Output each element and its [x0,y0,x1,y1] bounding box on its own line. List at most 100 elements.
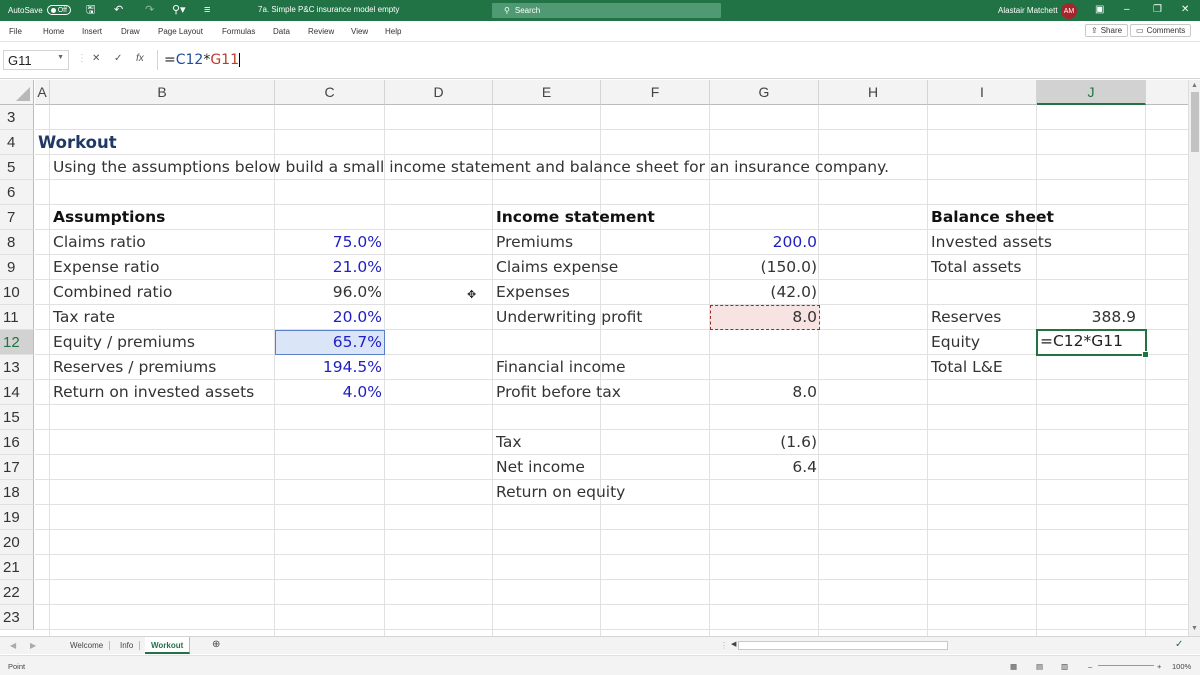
tab-data[interactable]: Data [273,27,290,36]
normal-view-icon[interactable]: ▦ [1010,662,1017,671]
is-label-claims[interactable]: Claims expense [496,255,618,280]
row-header[interactable]: 21 [0,555,34,580]
scroll-thumb[interactable] [1191,92,1199,152]
document-title[interactable]: 7a. Simple P&C insurance model empty [258,5,399,14]
row-header[interactable]: 7 [0,205,34,230]
name-box[interactable]: G11 ▼ [3,50,69,70]
tab-file[interactable]: File [9,27,22,36]
is-label-net-income[interactable]: Net income [496,455,585,480]
assumption-label[interactable]: Reserves / premiums [53,355,216,380]
worksheet-grid[interactable]: A B C D E F G H I J 3 4 5 6 7 8 9 10 11 … [0,80,1188,636]
user-name[interactable]: Alastair Matchett [998,6,1058,15]
zoom-slider[interactable] [1098,665,1154,666]
row-header[interactable]: 5 [0,155,34,180]
is-value-pbt[interactable]: 8.0 [710,380,820,405]
is-label-premiums[interactable]: Premiums [496,230,573,255]
is-label-financial-income[interactable]: Financial income [496,355,626,380]
select-all-corner[interactable] [0,80,34,105]
tab-splitter-icon[interactable]: ⋮ [720,641,728,650]
bs-value-reserves[interactable]: 388.9 [1037,305,1139,330]
assumption-label[interactable]: Combined ratio [53,280,172,305]
tab-page-layout[interactable]: Page Layout [158,27,203,36]
tab-help[interactable]: Help [385,27,401,36]
close-icon[interactable]: ✕ [1181,4,1189,15]
assumption-value[interactable]: 20.0% [275,305,385,330]
search-box[interactable]: ⚲ Search [492,3,721,18]
autosave[interactable]: AutoSave Off [8,5,71,15]
formula-input[interactable]: =C12*G11 [157,50,1187,70]
assumption-value[interactable]: 21.0% [275,255,385,280]
row-header[interactable]: 18 [0,480,34,505]
qat-menu-icon[interactable]: ≡ [204,3,210,17]
is-value-expenses[interactable]: (42.0) [710,280,820,305]
is-value-premiums[interactable]: 200.0 [710,230,820,255]
bs-label-equity[interactable]: Equity [931,330,980,355]
instructions[interactable]: Using the assumptions below build a smal… [53,155,889,180]
row-header[interactable]: 11 [0,305,34,330]
row-header[interactable]: 20 [0,530,34,555]
col-header-c[interactable]: C [275,80,385,105]
row-header[interactable]: 14 [0,380,34,405]
enter-icon[interactable]: ✓ [114,53,122,64]
comments-button[interactable]: ▭ Comments [1130,24,1192,37]
row-header[interactable]: 15 [0,405,34,430]
bs-label-total-le[interactable]: Total L&E [931,355,1003,380]
row-header[interactable]: 19 [0,505,34,530]
redo-icon[interactable]: ↷ [145,3,154,17]
balance-sheet-title[interactable]: Balance sheet [931,205,1054,230]
zoom-out-icon[interactable]: – [1088,662,1092,671]
tab-scroll-left-icon[interactable]: ◀ [10,641,16,650]
customize-icon[interactable]: ⚲▾ [172,3,186,17]
is-label-tax[interactable]: Tax [496,430,522,455]
page-layout-view-icon[interactable]: ▤ [1036,662,1043,671]
tab-formulas[interactable]: Formulas [222,27,255,36]
tab-scroll-right-icon[interactable]: ▶ [30,641,36,650]
add-sheet-icon[interactable]: ⊕ [212,639,220,650]
save-icon[interactable]: 🖫 [86,3,95,17]
zoom-level[interactable]: 100% [1172,662,1191,671]
tab-review[interactable]: Review [308,27,334,36]
bs-label-total-assets[interactable]: Total assets [931,255,1021,280]
sheet-tab-workout[interactable]: Workout [145,637,191,654]
vertical-scrollbar[interactable]: ▲ ▼ [1188,80,1200,636]
row-header[interactable]: 12 [0,330,34,355]
row-header[interactable]: 16 [0,430,34,455]
row-header[interactable]: 23 [0,605,34,630]
tab-insert[interactable]: Insert [82,27,102,36]
assumption-value[interactable]: 65.7% [275,330,385,355]
page-break-view-icon[interactable]: ▥ [1061,662,1068,671]
undo-icon[interactable]: ↶ [114,3,123,17]
col-header-a[interactable]: A [35,80,50,105]
col-header-e[interactable]: E [493,80,601,105]
is-value-net-income[interactable]: 6.4 [710,455,820,480]
row-header[interactable]: 22 [0,580,34,605]
hscroll-left-icon[interactable]: ◀ [731,640,736,648]
col-header-f[interactable]: F [601,80,710,105]
row-header[interactable]: 8 [0,230,34,255]
avatar[interactable]: AM [1061,3,1077,19]
is-value-tax[interactable]: (1.6) [710,430,820,455]
bs-label-reserves[interactable]: Reserves [931,305,1001,330]
horizontal-scrollbar[interactable] [738,641,948,650]
restore-icon[interactable]: ❐ [1153,4,1162,15]
row-header[interactable]: 17 [0,455,34,480]
assumption-label[interactable]: Return on invested assets [53,380,254,405]
scroll-up-icon[interactable]: ▲ [1191,82,1198,89]
bs-label-invested-assets[interactable]: Invested assets [931,230,1052,255]
is-label-pbt[interactable]: Profit before tax [496,380,621,405]
col-header-d[interactable]: D [385,80,493,105]
col-header-h[interactable]: H [819,80,928,105]
tab-home[interactable]: Home [43,27,64,36]
minimize-icon[interactable]: – [1124,4,1130,15]
cancel-icon[interactable]: ✕ [92,53,100,64]
is-label-expenses[interactable]: Expenses [496,280,570,305]
is-label-roe[interactable]: Return on equity [496,480,625,505]
active-cell-editor[interactable]: =C12*G11 [1038,331,1123,352]
tab-view[interactable]: View [351,27,368,36]
col-header-j[interactable]: J [1037,80,1146,105]
active-cell-j12[interactable]: =C12*G11 [1036,329,1149,358]
assumption-label[interactable]: Tax rate [53,305,115,330]
col-header-b[interactable]: B [50,80,275,105]
row-header[interactable]: 10 [0,280,34,305]
row-header[interactable]: 9 [0,255,34,280]
